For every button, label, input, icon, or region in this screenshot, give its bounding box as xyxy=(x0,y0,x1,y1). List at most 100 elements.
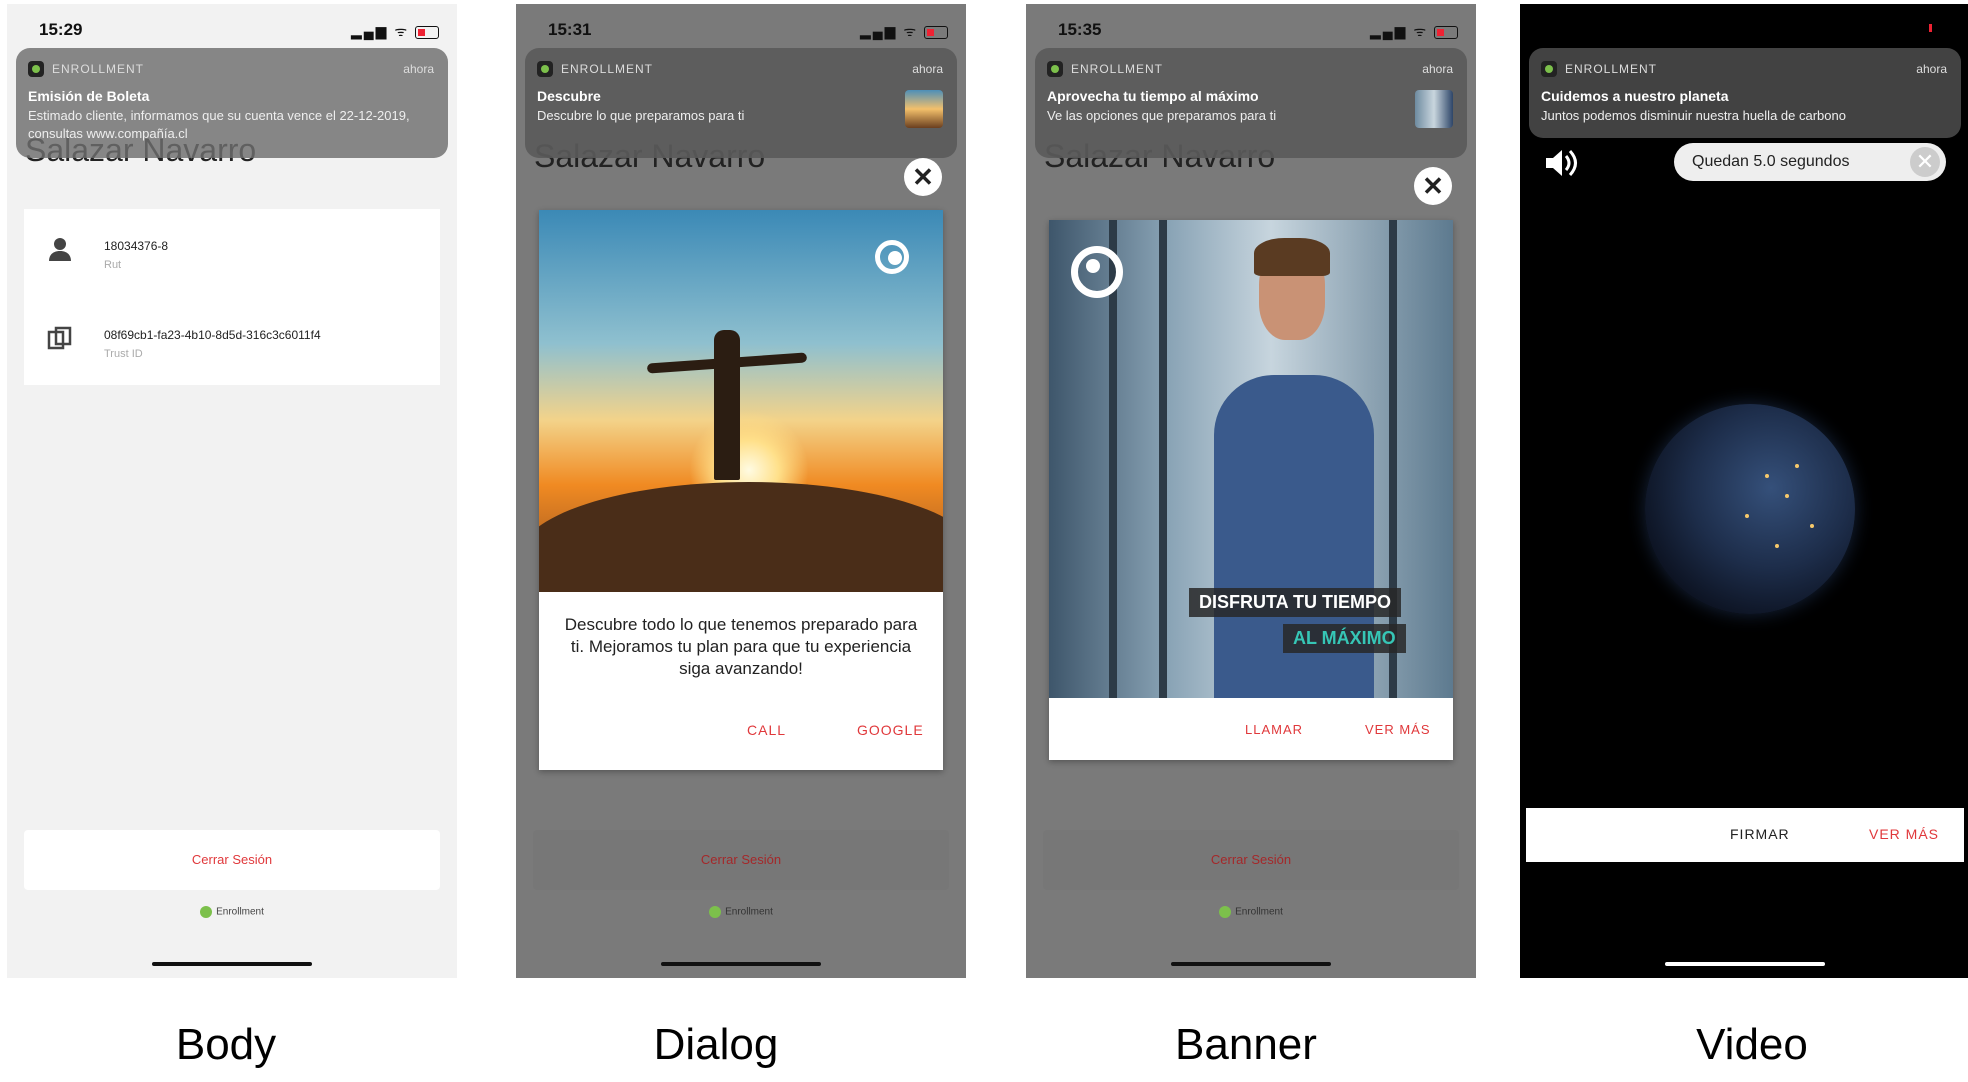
notification-body: Ve las opciones que preparamos para ti xyxy=(1047,108,1277,123)
status-time: 15:31 xyxy=(548,20,592,39)
rut-value: 18034376-8 xyxy=(104,239,169,253)
signal-wifi-icons: ▂▄▆ ᯤ xyxy=(1370,22,1458,41)
volume-icon[interactable] xyxy=(1544,148,1578,183)
brand-logo-icon xyxy=(1071,246,1123,298)
phone-video: ENROLLMENT ahora Cuidemos a nuestro plan… xyxy=(1520,4,1968,978)
push-notification[interactable]: ENROLLMENT ahora Emisión de Boleta Estim… xyxy=(16,48,448,158)
notification-app: ENROLLMENT xyxy=(561,62,654,76)
brand-logo-icon xyxy=(200,906,213,918)
app-icon xyxy=(1541,61,1557,77)
notification-title: Aprovecha tu tiempo al máximo xyxy=(1047,88,1259,104)
home-indicator[interactable] xyxy=(1665,962,1825,966)
video-action-bar: FIRMAR VER MÁS xyxy=(1526,808,1964,862)
brand-footer: Enrollment xyxy=(1026,906,1476,918)
banner-tagline-1: DISFRUTA TU TIEMPO xyxy=(1189,588,1401,617)
signal-icon: ▂▄▆ ᯤ xyxy=(859,23,919,39)
banner-modal: DISFRUTA TU TIEMPO AL MÁXIMO LLAMAR VER … xyxy=(1049,220,1453,760)
app-icon xyxy=(1047,61,1063,77)
notification-thumbnail xyxy=(1415,90,1453,128)
dialog-text: Descubre todo lo que tenemos preparado p… xyxy=(564,615,918,678)
llamar-button[interactable]: LLAMAR xyxy=(1245,722,1303,737)
phone-banner: 15:35 ▂▄▆ ᯤ Salazar Navarro Cerrar Sesió… xyxy=(1026,4,1476,978)
trust-id-label: Trust ID xyxy=(104,348,143,360)
logout-button[interactable]: Cerrar Sesión xyxy=(1043,830,1459,890)
dialog-modal: Descubre todo lo que tenemos preparado p… xyxy=(539,210,943,770)
city-light xyxy=(1765,474,1769,478)
status-time: 15:35 xyxy=(1058,20,1102,39)
home-indicator[interactable] xyxy=(1171,962,1331,966)
battery-icon xyxy=(415,25,439,39)
man-hair-shape xyxy=(1254,238,1330,276)
timer-text: Quedan 5.0 segundos xyxy=(1692,153,1850,170)
trust-id-value: 08f69cb1-fa23-4b10-8d5d-316c3c6011f4 xyxy=(104,328,321,342)
signal-wifi-icons: ▂▄▆ ᯤ xyxy=(351,22,439,41)
caption-body: Body xyxy=(175,1020,277,1069)
city-light xyxy=(1785,494,1789,498)
brand-footer: Enrollment xyxy=(7,906,457,918)
brand-name: Enrollment xyxy=(725,906,773,918)
signal-icon: ▂▄▆ ᯤ xyxy=(1369,23,1429,39)
dialog-image xyxy=(539,210,943,592)
home-indicator[interactable] xyxy=(661,962,821,966)
notification-time: ahora xyxy=(1916,62,1947,76)
person-silhouette xyxy=(714,330,740,480)
push-notification[interactable]: ENROLLMENT ahora Aprovecha tu tiempo al … xyxy=(1035,48,1467,158)
caption-banner: Banner xyxy=(1175,1020,1317,1069)
app-icon xyxy=(537,61,553,77)
brand-logo-icon xyxy=(709,906,722,918)
app-icon xyxy=(28,61,44,77)
phone-body: 15:29 ▂▄▆ ᯤ Salazar Navarro ENROLLMENT a… xyxy=(7,4,457,978)
hill-shape xyxy=(539,482,943,592)
ver-mas-button[interactable]: VER MÁS xyxy=(1365,722,1431,737)
google-button[interactable]: GOOGLE xyxy=(857,722,924,738)
person-icon xyxy=(46,235,74,263)
notification-body: Descubre lo que preparamos para ti xyxy=(537,108,745,123)
info-card: 18034376-8 Rut 08f69cb1-fa23-4b10-8d5d-3… xyxy=(24,209,440,385)
rut-label: Rut xyxy=(104,259,122,271)
logout-button[interactable]: Cerrar Sesión xyxy=(533,830,949,890)
close-button[interactable]: ✕ xyxy=(1414,167,1452,205)
firmar-button[interactable]: FIRMAR xyxy=(1730,826,1790,842)
caption-dialog: Dialog xyxy=(653,1020,779,1069)
push-notification[interactable]: ENROLLMENT ahora Descubre Descubre lo qu… xyxy=(525,48,957,158)
battery-icon xyxy=(924,25,948,39)
notification-thumbnail xyxy=(905,90,943,128)
city-light xyxy=(1810,524,1814,528)
banner-image: DISFRUTA TU TIEMPO AL MÁXIMO xyxy=(1049,220,1453,698)
logout-button[interactable]: Cerrar Sesión xyxy=(24,830,440,890)
push-notification[interactable]: ENROLLMENT ahora Cuidemos a nuestro plan… xyxy=(1529,48,1961,138)
brand-name: Enrollment xyxy=(216,906,264,918)
notification-app: ENROLLMENT xyxy=(1071,62,1164,76)
home-indicator[interactable] xyxy=(152,962,312,966)
close-icon[interactable]: ✕ xyxy=(1910,147,1940,177)
close-button[interactable]: ✕ xyxy=(904,158,942,196)
city-light xyxy=(1795,464,1799,468)
notification-time: ahora xyxy=(1422,62,1453,76)
skip-timer: Quedan 5.0 segundos ✕ xyxy=(1674,143,1946,181)
earth-video[interactable] xyxy=(1645,404,1855,614)
notification-title: Emisión de Boleta xyxy=(28,88,150,104)
phone-dialog: 15:31 ▂▄▆ ᯤ Salazar Navarro Cerrar Sesió… xyxy=(516,4,966,978)
brand-logo-icon xyxy=(875,240,909,274)
battery-icon xyxy=(1434,25,1458,39)
window-frame xyxy=(1159,220,1167,698)
recording-indicator xyxy=(1929,24,1932,32)
signal-wifi-icons: ▂▄▆ ᯤ xyxy=(860,22,948,41)
notification-app: ENROLLMENT xyxy=(52,62,145,76)
city-light xyxy=(1775,544,1779,548)
brand-name: Enrollment xyxy=(1235,906,1283,918)
brand-footer: Enrollment xyxy=(516,906,966,918)
signal-icon: ▂▄▆ ᯤ xyxy=(350,23,410,39)
call-button[interactable]: CALL xyxy=(747,722,786,738)
ver-mas-button[interactable]: VER MÁS xyxy=(1869,826,1939,842)
notification-body: Juntos podemos disminuir nuestra huella … xyxy=(1541,108,1846,123)
notification-body: Estimado cliente, informamos que su cuen… xyxy=(28,108,410,141)
caption-video: Video xyxy=(1696,1020,1808,1069)
notification-app: ENROLLMENT xyxy=(1565,62,1658,76)
notification-time: ahora xyxy=(403,62,434,76)
status-time: 15:29 xyxy=(39,20,83,39)
notification-title: Cuidemos a nuestro planeta xyxy=(1541,88,1729,104)
notification-title: Descubre xyxy=(537,88,601,104)
notification-time: ahora xyxy=(912,62,943,76)
brand-logo-icon xyxy=(1219,906,1232,918)
